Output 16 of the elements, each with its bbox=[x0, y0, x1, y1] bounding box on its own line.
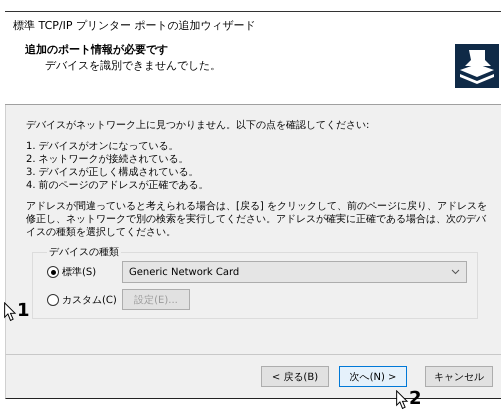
advice-text: アドレスが間違っていると考えられる場合は、[戻る] をクリックして、前のページに戻り、アドレスを修正し、ネットワークで別の検索を実行してください。アドレスが確実に正確である場合は、次のデバイスの種類を選択してください。 bbox=[26, 200, 487, 239]
checklist-item: 3. デバイスが正しく構成されている。 bbox=[26, 166, 200, 179]
intro-text: デバイスがネットワーク上に見つかりません。以下の点を確認してください: bbox=[26, 119, 370, 132]
wizard-button[interactable]: < 戻る(B) bbox=[261, 366, 329, 387]
page-heading: 追加のポート情報が必要です bbox=[25, 42, 169, 57]
checklist-item: 4. 前のページのアドレスが正確である。 bbox=[26, 179, 210, 192]
step-number: 1 bbox=[17, 300, 30, 322]
page-subheading: デバイスを識別できませんでした。 bbox=[44, 58, 221, 73]
wizard-button[interactable]: 次へ(N) > bbox=[339, 366, 407, 387]
window-title: 標準 TCP/IP プリンター ポートの追加ウィザード bbox=[12, 18, 256, 34]
checklist-item: 1. デバイスがオンになっている。 bbox=[26, 140, 180, 153]
checklist-item: 2. ネットワークが接続されている。 bbox=[26, 153, 190, 166]
radio-option[interactable]: 標準(S) bbox=[47, 265, 122, 279]
device-dropdown[interactable]: Generic Network Card bbox=[122, 261, 467, 283]
wizard-button[interactable]: キャンセル bbox=[425, 366, 493, 387]
group-legend: デバイスの種類 bbox=[47, 245, 121, 259]
